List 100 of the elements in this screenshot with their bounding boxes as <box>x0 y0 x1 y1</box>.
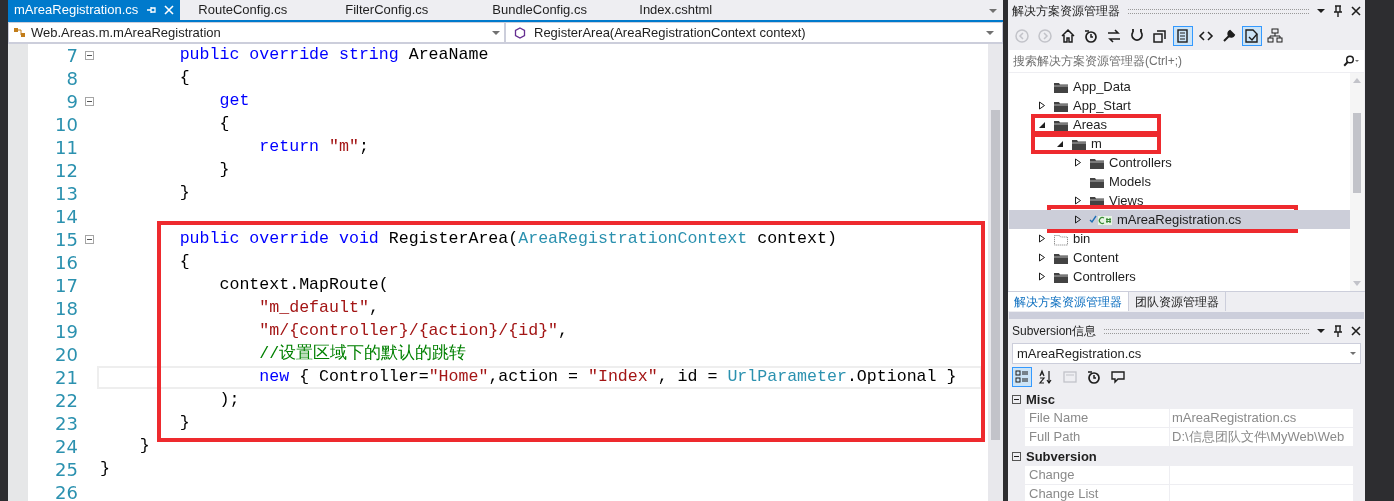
home-icon <box>1060 28 1076 44</box>
panel-tab[interactable]: 解决方案资源管理器 <box>1008 292 1129 311</box>
line-number: 18 <box>54 299 78 318</box>
code-token: "m_default" <box>258 297 369 320</box>
close-icon[interactable] <box>1351 6 1361 16</box>
code-token: new <box>258 366 290 389</box>
code-token: AreaRegistrationContext <box>518 228 748 251</box>
expanded-arrow-icon[interactable] <box>1038 120 1046 129</box>
property-name: File Name <box>1025 408 1170 428</box>
tree-item[interactable]: mAreaRegistration.cs <box>1009 210 1350 229</box>
category-name: Misc <box>1026 390 1055 409</box>
tree-item[interactable]: Controllers <box>1009 153 1350 172</box>
tree-item[interactable]: Models <box>1009 172 1350 191</box>
file-tab[interactable]: BundleConfig.cs <box>486 0 622 20</box>
member-dropdown[interactable]: RegisterArea(AreaRegistrationContext context) <box>505 22 1003 43</box>
line-number: 23 <box>54 414 78 433</box>
collapse-icon[interactable] <box>84 97 94 106</box>
scrollbar[interactable] <box>988 44 1003 501</box>
document-stack-icon <box>1175 28 1191 44</box>
line-number: 9 <box>65 92 78 111</box>
collapse-icon[interactable] <box>1012 452 1021 461</box>
property-name: Change <box>1025 465 1170 485</box>
collapsed-arrow-icon[interactable] <box>1074 215 1082 224</box>
dropdown-caret-icon[interactable] <box>1317 329 1325 333</box>
code-token: "Home" <box>428 366 489 389</box>
code-token: get <box>218 90 250 113</box>
property-value: D:\信息团队文件\MyWeb\Web <box>1171 428 1345 447</box>
tree-item[interactable]: Content <box>1009 248 1350 267</box>
method-icon <box>514 26 526 39</box>
collapsed-arrow-icon[interactable] <box>1038 253 1046 262</box>
code-token: , <box>368 297 379 320</box>
code-token: return <box>258 136 321 159</box>
line-number: 10 <box>54 115 78 134</box>
scrollbar[interactable] <box>1350 73 1364 291</box>
toolbar-button[interactable] <box>1265 26 1285 46</box>
history-icon <box>1083 28 1099 44</box>
collapse-all-icon <box>1152 28 1168 44</box>
tree-item[interactable]: m <box>1009 134 1350 153</box>
type-dropdown[interactable]: Web.Areas.m.mAreaRegistration <box>8 22 505 43</box>
line-number: 25 <box>54 460 78 479</box>
tree-item[interactable]: App_Start <box>1009 96 1350 115</box>
refresh-icon <box>1129 28 1145 44</box>
tree-item[interactable]: Views <box>1009 191 1350 210</box>
dropdown-caret-icon[interactable] <box>1317 9 1325 13</box>
category-name: Subversion <box>1026 447 1097 466</box>
sync-arrows-icon <box>1106 28 1122 44</box>
code-token: { <box>178 251 190 274</box>
code-token: "m" <box>329 136 359 159</box>
scrollbar-thumb[interactable] <box>1353 113 1361 193</box>
property-pages-icon <box>1062 369 1078 385</box>
line-number: 12 <box>54 161 78 180</box>
tree-item[interactable]: Controllers <box>1009 267 1350 286</box>
line-number: 11 <box>54 138 78 157</box>
tree-item[interactable]: bin <box>1009 229 1350 248</box>
pin-icon[interactable] <box>1333 5 1343 17</box>
code-token: { Controller= <box>298 366 429 389</box>
panel-title: Subversion信息 <box>1012 323 1097 340</box>
scrollbar-thumb[interactable] <box>991 110 1000 440</box>
sort-alphabetical-icon <box>1038 369 1054 385</box>
tree-item[interactable]: App_Data <box>1009 77 1350 96</box>
code-token: , id = <box>657 366 719 389</box>
panel-title: 解决方案资源管理器 <box>1012 3 1120 20</box>
code-token: { <box>178 67 190 90</box>
property-name: Full Path <box>1025 427 1170 447</box>
code-token: UrlParameter <box>727 366 847 389</box>
collapsed-arrow-icon[interactable] <box>1074 158 1082 167</box>
categorized-icon <box>1014 369 1030 385</box>
tree-item[interactable]: Areas <box>1009 115 1350 134</box>
collapsed-arrow-icon[interactable] <box>1038 272 1046 281</box>
forward-icon <box>1037 28 1053 44</box>
dropdown-caret-icon <box>986 30 994 35</box>
code-token: } <box>218 159 230 182</box>
tab-list-caret-icon[interactable] <box>989 9 997 13</box>
file-dropdown[interactable]: mAreaRegistration.cs <box>1012 343 1361 364</box>
property-value: mAreaRegistration.cs <box>1171 409 1297 428</box>
back-icon <box>1014 28 1030 44</box>
collapse-icon[interactable] <box>84 235 94 244</box>
pin-icon[interactable] <box>1333 325 1343 337</box>
wrench-icon <box>1221 28 1237 44</box>
collapse-icon[interactable] <box>1012 395 1021 404</box>
file-tab[interactable]: Index.cshtml <box>633 0 769 20</box>
close-icon[interactable] <box>1351 326 1361 336</box>
expanded-arrow-icon[interactable] <box>1056 139 1064 148</box>
panel-tab[interactable]: 团队资源管理器 <box>1129 292 1226 311</box>
code-token: context.MapRoute( <box>218 274 389 297</box>
collapsed-arrow-icon[interactable] <box>1038 234 1046 243</box>
toolbar-button[interactable] <box>1242 26 1262 46</box>
code-token: .Optional } <box>846 366 957 389</box>
collapsed-arrow-icon[interactable] <box>1074 196 1082 205</box>
file-tab[interactable]: RouteConfig.cs <box>192 0 328 20</box>
diagram-icon <box>1267 28 1283 44</box>
code-token: ,action = <box>488 366 579 389</box>
preview-icon <box>1244 28 1260 44</box>
line-number: 15 <box>54 230 78 249</box>
file-tab[interactable]: FilterConfig.cs <box>339 0 475 20</box>
code-token: { <box>218 113 230 136</box>
collapsed-arrow-icon[interactable] <box>1038 101 1046 110</box>
line-number: 8 <box>65 69 78 88</box>
code-token: ); <box>218 389 240 412</box>
collapse-icon[interactable] <box>84 51 94 60</box>
